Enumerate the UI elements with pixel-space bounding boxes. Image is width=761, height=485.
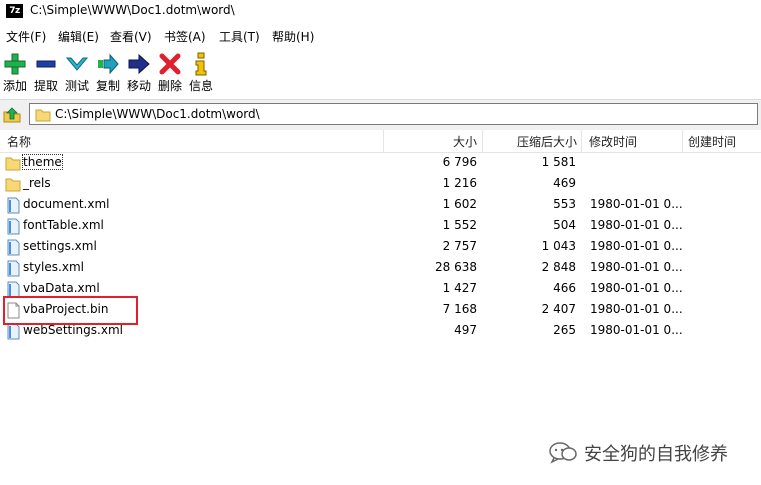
file-size: 7 168 [442, 302, 477, 316]
file-name: vbaData.xml [23, 281, 100, 295]
column-name[interactable]: 名称 [7, 133, 31, 150]
menu-tools[interactable]: 工具(T) [219, 28, 260, 45]
add-button[interactable]: 添加 [1, 50, 29, 94]
column-modified[interactable]: 修改时间 [589, 133, 637, 150]
extract-label: 提取 [33, 79, 58, 93]
file-name: settings.xml [23, 239, 97, 253]
menu-bookmarks[interactable]: 书签(A) [164, 28, 206, 45]
7zip-app-icon: 7z [6, 4, 23, 18]
up-folder-icon [3, 107, 21, 123]
address-bar: C:\Simple\WWW\Doc1.dotm\word\ [0, 99, 761, 131]
file-list-header: 名称 大小 压缩后大小 修改时间 创建时间 [0, 130, 761, 153]
file-name: fontTable.xml [23, 218, 104, 232]
menu-edit[interactable]: 编辑(E) [58, 28, 99, 45]
column-divider[interactable] [482, 130, 483, 152]
file-packed-size: 265 [553, 323, 576, 337]
file-modified: 1980-01-01 0... [590, 260, 683, 274]
file-size: 6 796 [442, 155, 477, 169]
window-title: C:\Simple\WWW\Doc1.dotm\word\ [30, 3, 235, 17]
file-size: 1 216 [442, 176, 477, 190]
address-field[interactable]: C:\Simple\WWW\Doc1.dotm\word\ [29, 103, 758, 125]
extract-button[interactable]: 提取 [32, 50, 60, 94]
copy-button[interactable]: 复制 [94, 50, 122, 94]
column-packed-size[interactable]: 压缩后大小 [517, 133, 577, 150]
column-divider[interactable] [383, 130, 384, 152]
file-name: webSettings.xml [23, 323, 123, 337]
file-modified: 1980-01-01 0... [590, 281, 683, 295]
list-item[interactable]: theme 6 796 1 581 [0, 153, 761, 174]
file-size: 1 427 [442, 281, 477, 295]
file-packed-size: 469 [553, 176, 576, 190]
file-modified: 1980-01-01 0... [590, 218, 683, 232]
copy-arrow-icon [98, 53, 119, 75]
delete-label: 删除 [157, 79, 182, 93]
test-button[interactable]: 测试 [63, 50, 91, 94]
column-created[interactable]: 创建时间 [688, 133, 736, 150]
move-button[interactable]: 移动 [125, 50, 153, 94]
move-arrow-icon [128, 53, 150, 75]
minus-icon [36, 60, 56, 68]
xml-file-icon [7, 239, 20, 256]
highlight-annotation-box [3, 296, 138, 325]
xml-file-icon [7, 323, 20, 340]
file-size: 28 638 [435, 260, 477, 274]
file-packed-size: 1 043 [541, 239, 576, 253]
wechat-icon [549, 442, 577, 464]
file-packed-size: 466 [553, 281, 576, 295]
list-item[interactable]: _rels 1 216 469 [0, 174, 761, 195]
folder-icon [5, 157, 21, 171]
list-item[interactable]: styles.xml 28 638 2 848 1980-01-01 0... [0, 258, 761, 279]
address-path: C:\Simple\WWW\Doc1.dotm\word\ [55, 107, 260, 121]
file-name: styles.xml [23, 260, 84, 274]
file-name: theme [22, 154, 63, 170]
column-divider[interactable] [581, 130, 582, 152]
copy-label: 复制 [95, 79, 120, 93]
info-icon [195, 52, 207, 76]
list-item[interactable]: document.xml 1 602 553 1980-01-01 0... [0, 195, 761, 216]
list-item[interactable]: fontTable.xml 1 552 504 1980-01-01 0... [0, 216, 761, 237]
watermark-text: 安全狗的自我修养 [584, 444, 728, 465]
info-label: 信息 [188, 79, 213, 93]
file-packed-size: 553 [553, 197, 576, 211]
file-modified: 1980-01-01 0... [590, 197, 683, 211]
file-packed-size: 2 407 [541, 302, 576, 316]
file-size: 497 [454, 323, 477, 337]
menu-bar: 文件(F) 编辑(E) 查看(V) 书签(A) 工具(T) 帮助(H) [0, 25, 761, 47]
xml-file-icon [7, 260, 20, 277]
check-icon [65, 57, 89, 71]
file-size: 1 602 [442, 197, 477, 211]
test-label: 测试 [64, 79, 89, 93]
info-button[interactable]: 信息 [187, 50, 215, 94]
file-packed-size: 1 581 [541, 155, 576, 169]
file-name: _rels [23, 176, 51, 190]
plus-icon [4, 53, 26, 75]
file-modified: 1980-01-01 0... [590, 323, 683, 337]
add-label: 添加 [2, 79, 27, 93]
delete-button[interactable]: 删除 [156, 50, 184, 94]
toolbar: 添加 提取 测试 复制 移动 删除 信息 [0, 48, 761, 98]
delete-x-icon [159, 53, 181, 75]
file-size: 1 552 [442, 218, 477, 232]
file-size: 2 757 [442, 239, 477, 253]
list-item[interactable]: settings.xml 2 757 1 043 1980-01-01 0... [0, 237, 761, 258]
file-modified: 1980-01-01 0... [590, 239, 683, 253]
move-label: 移动 [126, 79, 151, 93]
file-packed-size: 504 [553, 218, 576, 232]
menu-view[interactable]: 查看(V) [110, 28, 152, 45]
file-name: document.xml [23, 197, 110, 211]
column-size[interactable]: 大小 [453, 133, 477, 150]
menu-file[interactable]: 文件(F) [6, 28, 46, 45]
title-bar: 7z C:\Simple\WWW\Doc1.dotm\word\ [0, 0, 761, 24]
xml-file-icon [7, 197, 20, 214]
xml-file-icon [7, 218, 20, 235]
up-folder-button[interactable] [3, 106, 21, 124]
file-packed-size: 2 848 [541, 260, 576, 274]
folder-icon [35, 109, 51, 122]
column-divider[interactable] [682, 130, 683, 152]
folder-icon [5, 178, 21, 192]
file-modified: 1980-01-01 0... [590, 302, 683, 316]
menu-help[interactable]: 帮助(H) [272, 28, 314, 45]
